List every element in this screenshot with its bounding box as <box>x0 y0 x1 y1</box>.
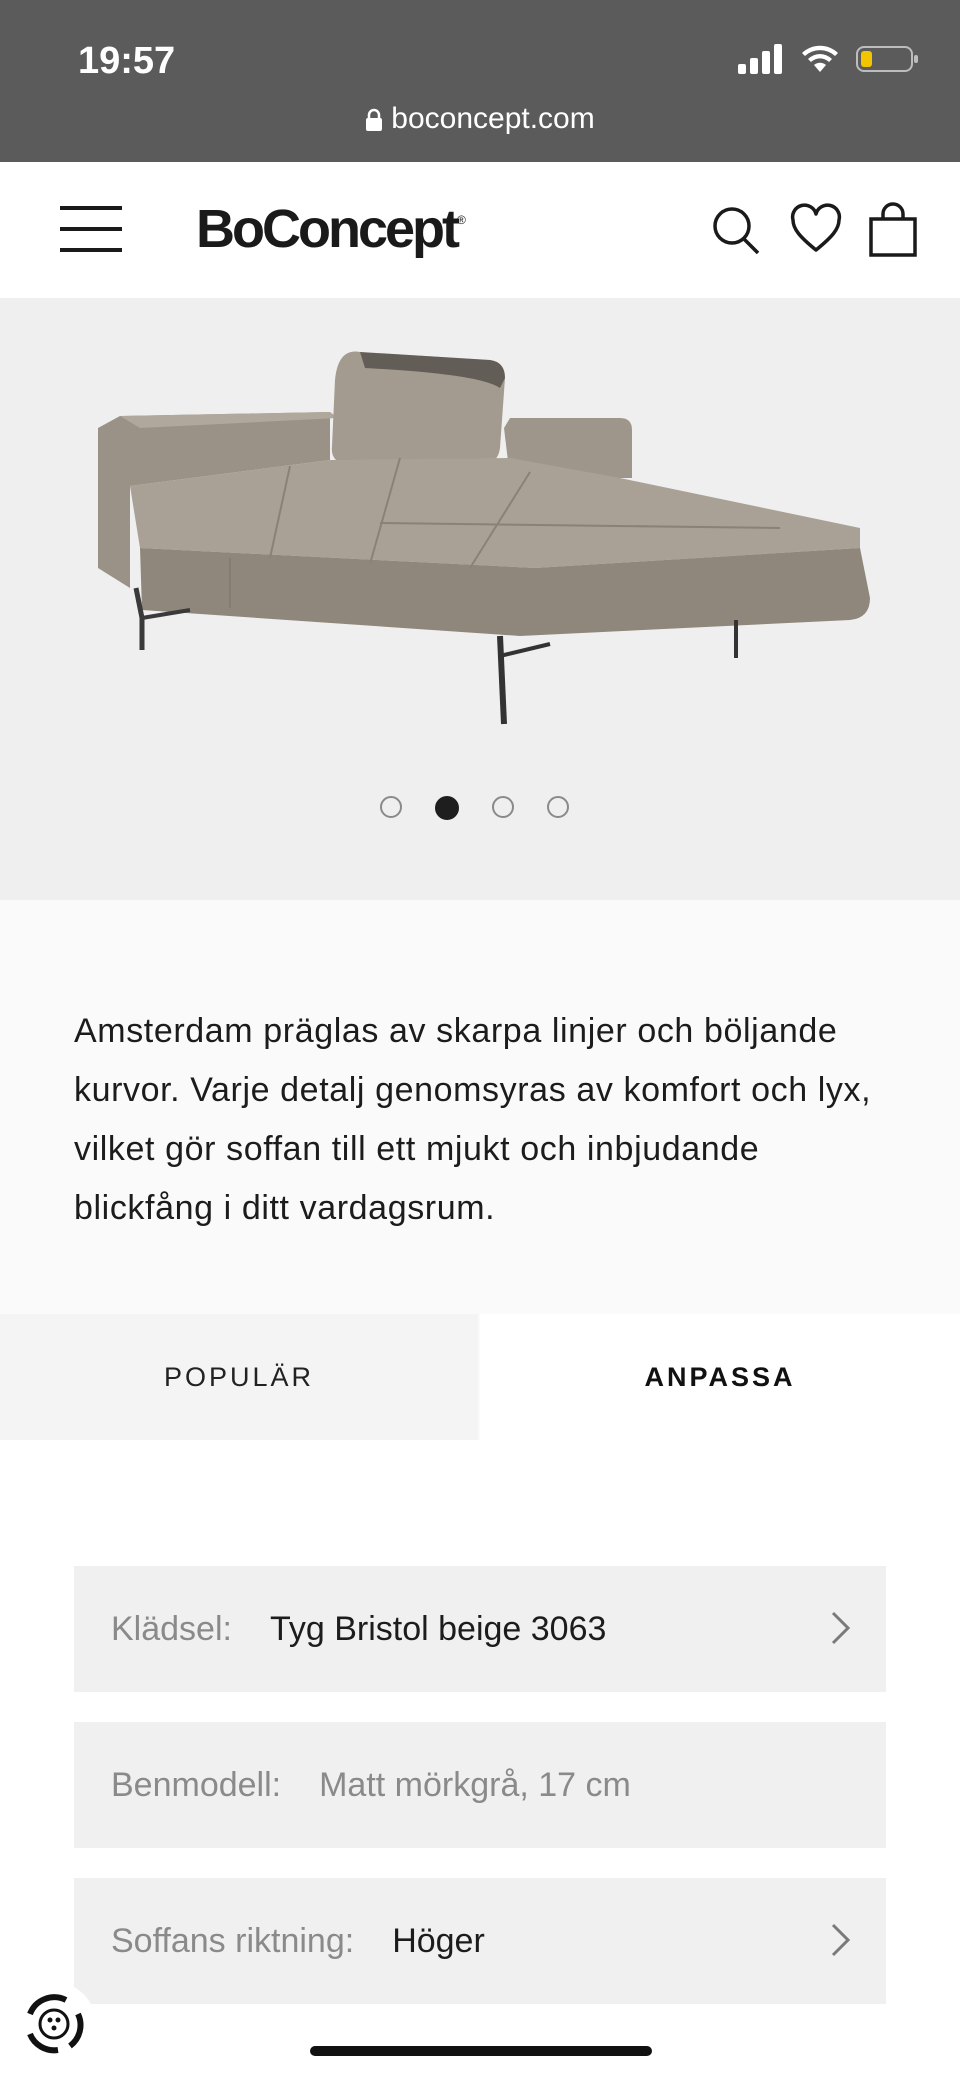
customize-options: Klädsel: Tyg Bristol beige 3063 Benmodel… <box>0 1440 960 2078</box>
product-image <box>98 351 870 725</box>
gallery-dot[interactable] <box>547 796 569 818</box>
logo-text: BoConcept <box>196 199 460 259</box>
tab-customize[interactable]: ANPASSA <box>480 1314 960 1440</box>
lock-icon <box>366 108 383 132</box>
gallery-pagination <box>380 796 569 820</box>
option-value: Höger <box>392 1921 485 1960</box>
option-value: Matt mörkgrå, 17 cm <box>319 1765 631 1804</box>
product-tabs: POPULÄR ANPASSA <box>0 1314 960 1440</box>
status-time: 19:57 <box>78 40 176 82</box>
option-legs: Benmodell: Matt mörkgrå, 17 cm <box>74 1722 886 1848</box>
option-direction[interactable]: Soffans riktning: Höger <box>74 1878 886 2004</box>
status-bar: 19:57 boconcept.com <box>0 0 960 162</box>
search-icon[interactable] <box>710 202 762 258</box>
brand-logo[interactable]: BoConcept® <box>196 198 466 260</box>
accessibility-widget-icon[interactable] <box>10 1980 98 2068</box>
tab-popular[interactable]: POPULÄR <box>0 1314 478 1440</box>
option-label: Soffans riktning: <box>111 1921 355 1960</box>
heart-icon[interactable] <box>790 202 842 258</box>
menu-icon[interactable] <box>60 204 122 254</box>
chevron-right-icon <box>831 1923 851 1957</box>
option-label: Benmodell: <box>111 1765 282 1804</box>
url-bar[interactable]: boconcept.com <box>0 102 960 136</box>
home-indicator[interactable] <box>310 2046 652 2056</box>
product-gallery[interactable] <box>0 298 960 900</box>
gallery-dot-active[interactable] <box>435 796 459 820</box>
bag-icon[interactable] <box>867 202 919 258</box>
gallery-dot[interactable] <box>492 796 514 818</box>
logo-mark: ® <box>456 213 466 227</box>
option-label: Klädsel: <box>111 1609 232 1648</box>
site-header: BoConcept® <box>0 162 960 298</box>
option-upholstery[interactable]: Klädsel: Tyg Bristol beige 3063 <box>74 1566 886 1692</box>
signal-icon <box>738 44 782 74</box>
product-description: Amsterdam präglas av skarpa linjer och b… <box>74 1012 872 1227</box>
url-text: boconcept.com <box>391 102 595 135</box>
chevron-right-icon <box>831 1611 851 1645</box>
battery-icon <box>856 46 918 72</box>
gallery-dot[interactable] <box>380 796 402 818</box>
option-value: Tyg Bristol beige 3063 <box>269 1609 607 1648</box>
wifi-icon <box>802 45 838 72</box>
status-icons <box>738 44 920 74</box>
